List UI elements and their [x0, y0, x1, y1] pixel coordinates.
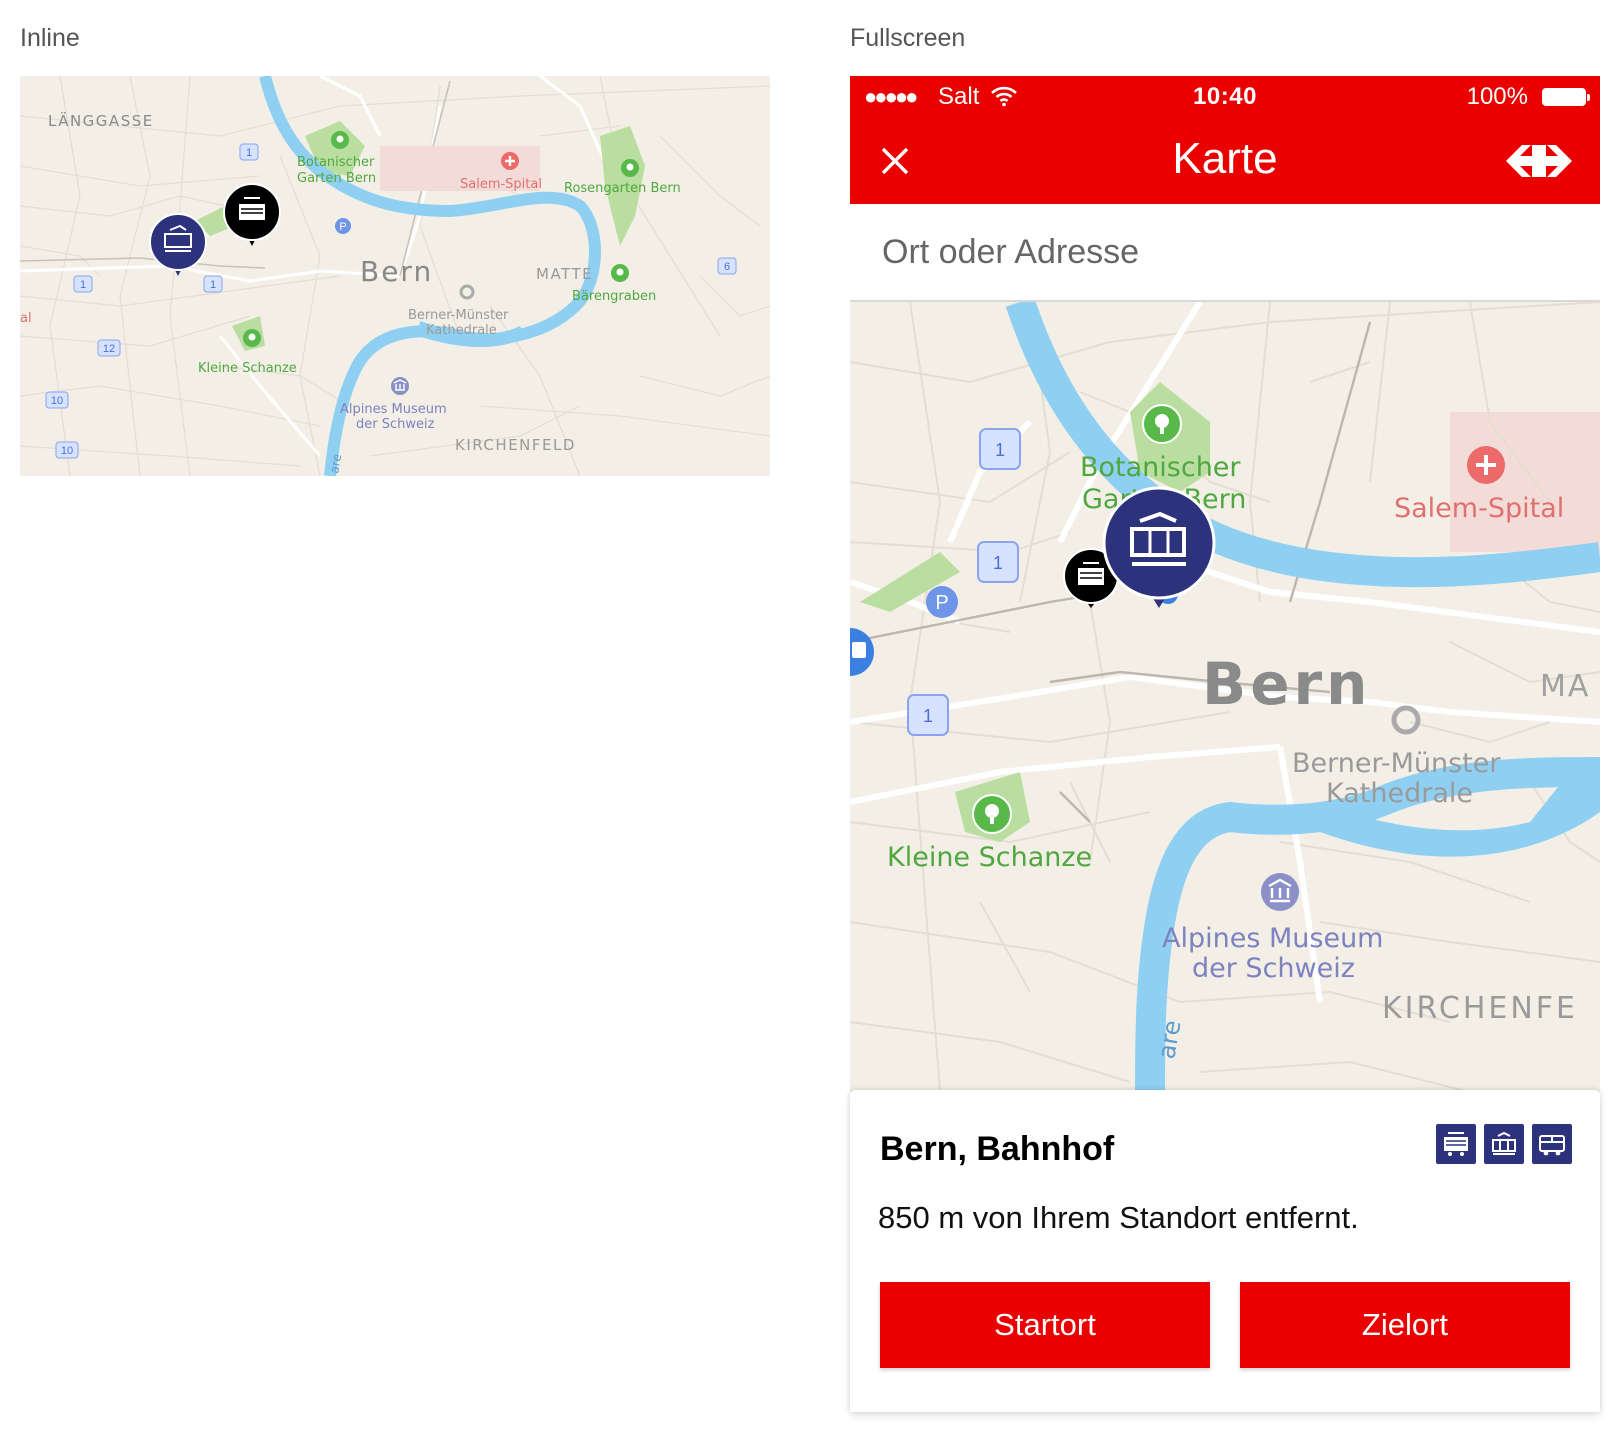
- poi-label: Berner-Münster: [1292, 748, 1501, 779]
- navigation-bar: Karte: [850, 118, 1600, 204]
- inline-parking-icon: P: [335, 218, 351, 234]
- poi-label: der Schweiz: [1192, 953, 1355, 984]
- poi-label: Kathedrale: [1326, 778, 1473, 809]
- poi-label: Rosengarten Bern: [564, 181, 681, 196]
- destination-button[interactable]: Zielort: [1240, 1282, 1570, 1368]
- fullscreen-phone: ●●●●● Salt 10:40 100% Karte Ort oder Adr…: [850, 76, 1600, 1414]
- hospital-icon: [1467, 446, 1505, 484]
- route-shield-label: 1: [210, 279, 216, 291]
- fullscreen-map[interactable]: 1 1 1 P Botanischer Bern Salem-Spital Be…: [850, 302, 1600, 1092]
- page-title: Karte: [1172, 134, 1278, 183]
- route-shield-label: 1: [993, 553, 1003, 573]
- inline-map-canvas[interactable]: 1 1 1 12 10 10 6 P LÄNGGASSE Botanischer…: [20, 76, 770, 476]
- inline-museum-icon: [391, 377, 409, 395]
- start-location-button[interactable]: Startort: [880, 1282, 1210, 1368]
- distance-text: 850 m von Ihrem Standort entfernt.: [878, 1200, 1359, 1235]
- tram-icon: [1484, 1124, 1524, 1164]
- battery-percentage: 100%: [1466, 83, 1528, 110]
- poi-label: Kleine Schanze: [198, 361, 297, 376]
- inline-hospital-icon: [501, 152, 519, 170]
- route-shield-label: 1: [995, 440, 1005, 460]
- poi-label: Kathedrale: [426, 323, 497, 338]
- poi-label: Bärengraben: [572, 289, 656, 304]
- city-label: Bern: [360, 255, 433, 288]
- bus-icon: [1532, 1124, 1572, 1164]
- transport-mode-icons: [1436, 1124, 1572, 1164]
- parking-icon: P: [926, 586, 958, 618]
- poi-label: Salem-Spital: [1394, 493, 1564, 524]
- route-shield-label: 1: [923, 706, 933, 726]
- route-shield-label: 10: [51, 395, 63, 407]
- station-name: Bern, Bahnhof: [880, 1130, 1115, 1168]
- fullscreen-section-label: Fullscreen: [850, 24, 966, 52]
- poi-label: Botanischer: [297, 155, 375, 170]
- poi-label: Botanischer: [1080, 452, 1241, 483]
- inline-map[interactable]: 1 1 1 12 10 10 6 P LÄNGGASSE Botanischer…: [20, 76, 770, 476]
- fullscreen-map-canvas[interactable]: 1 1 1 P Botanischer Bern Salem-Spital Be…: [850, 302, 1600, 1092]
- inline-section-label: Inline: [20, 24, 80, 52]
- train-icon: [1436, 1124, 1476, 1164]
- route-shield-label: 10: [61, 445, 73, 457]
- location-search-input[interactable]: [850, 204, 1600, 302]
- poi-label: Alpines Museum: [340, 402, 447, 417]
- district-label-cut: KIRCHENFE: [1382, 991, 1578, 1026]
- battery-icon: [1542, 88, 1590, 106]
- museum-icon: [1261, 873, 1299, 911]
- district-label: KIRCHENFELD: [455, 436, 576, 454]
- poi-label: der Schweiz: [356, 417, 435, 432]
- poi-label: Garten Bern: [297, 171, 376, 186]
- poi-label: Salem-Spital: [460, 177, 542, 192]
- poi-label: Berner-Münster: [408, 308, 509, 323]
- route-shield-label: 1: [246, 147, 252, 159]
- route-shield-label: 6: [724, 261, 730, 273]
- route-shield-label: 12: [103, 343, 115, 355]
- route-shield-label: 1: [80, 279, 86, 291]
- district-label: MATTE: [536, 265, 593, 283]
- poi-label-cut: al: [20, 311, 32, 326]
- status-bar: ●●●●● Salt 10:40 100%: [850, 76, 1600, 118]
- poi-label: Alpines Museum: [1162, 923, 1383, 954]
- hospital-area: [1450, 412, 1600, 552]
- poi-label: Kleine Schanze: [887, 842, 1092, 873]
- city-label: Bern: [1202, 650, 1371, 718]
- district-label-cut: MA: [1540, 669, 1590, 704]
- station-info-card: Bern, Bahnhof 850 m von Ihrem Standort e…: [850, 1090, 1600, 1412]
- sbb-logo-icon: [1506, 142, 1572, 185]
- svg-text:P: P: [339, 221, 346, 233]
- svg-text:P: P: [935, 592, 948, 614]
- district-label: LÄNGGASSE: [48, 111, 154, 130]
